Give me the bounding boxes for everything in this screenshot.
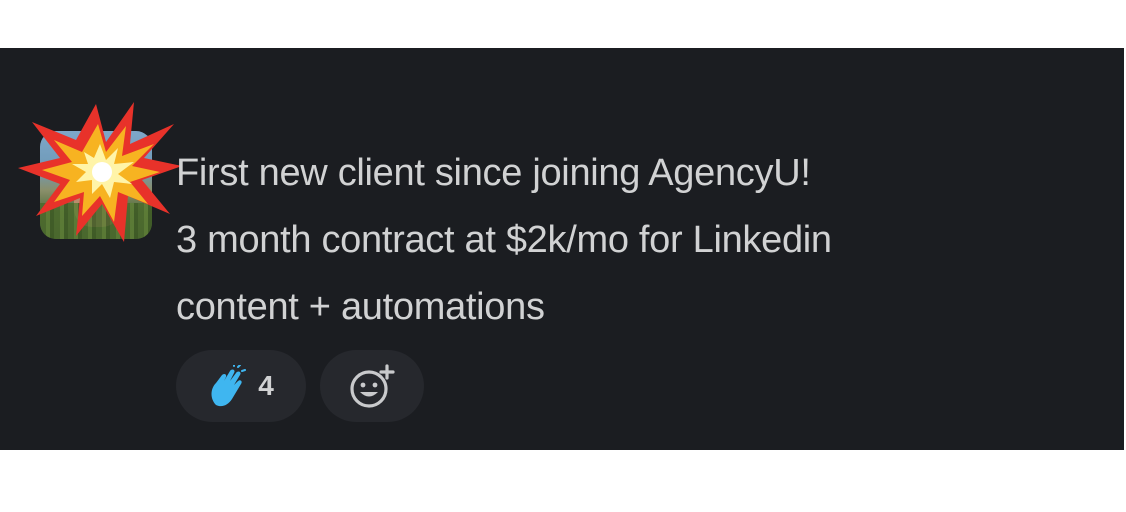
collision-icon [18, 102, 182, 242]
add-reaction-icon [350, 364, 395, 408]
clap-icon [211, 365, 247, 407]
message-line-2: 3 month contract at $2k/mo for Linkedin [176, 219, 832, 261]
message-line-3: content + automations [176, 286, 545, 328]
reaction-clap-button[interactable]: 4 [176, 350, 306, 422]
message-text: First new client since joining AgencyU! … [176, 140, 1076, 341]
reaction-count: 4 [258, 370, 274, 401]
message-line-1: First new client since joining AgencyU! [176, 152, 811, 194]
add-reaction-button[interactable] [320, 350, 424, 422]
